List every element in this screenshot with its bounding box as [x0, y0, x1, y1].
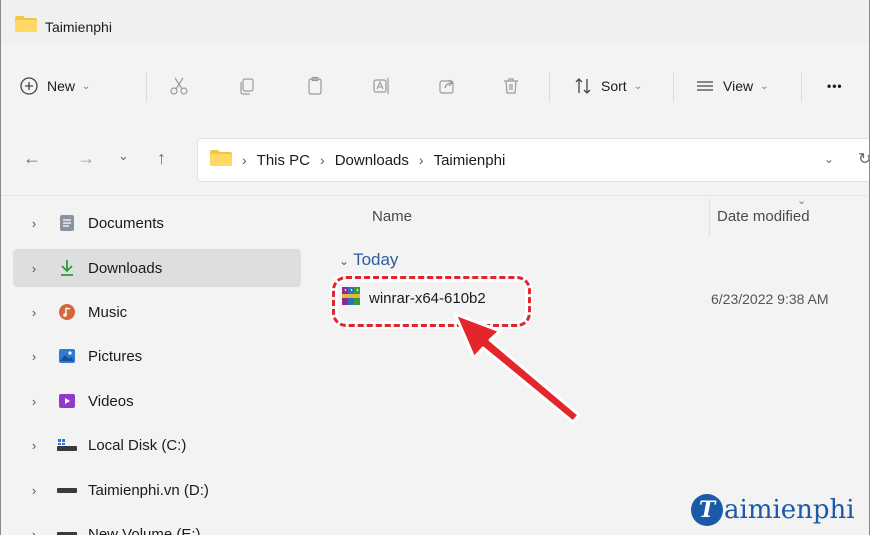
drive-icon [57, 481, 77, 499]
music-icon [57, 303, 77, 321]
pointer-arrow-icon [453, 312, 581, 424]
new-button[interactable]: New ⌄ [19, 60, 90, 112]
scissors-icon [169, 76, 189, 96]
file-date-modified: 6/23/2022 9:38 AM [711, 291, 829, 307]
breadcrumb-downloads[interactable]: Downloads [335, 152, 409, 169]
share-icon [437, 76, 457, 96]
command-bar: New ⌄ Sort ⌄ View ⌄ ••• [1, 60, 869, 112]
sidebar-item-label: Pictures [88, 347, 143, 365]
sidebar-item-pictures[interactable]: › Pictures [13, 337, 301, 375]
breadcrumb-taimienphi[interactable]: Taimienphi [434, 152, 506, 169]
view-label: View [723, 78, 754, 94]
group-header-today[interactable]: ⌄ Today [339, 250, 398, 270]
expand-chevron-icon[interactable]: › [23, 261, 45, 276]
copy-button[interactable] [237, 60, 257, 112]
sidebar-item-label: Downloads [88, 259, 163, 277]
expand-chevron-icon[interactable]: › [23, 394, 45, 409]
sort-chevron-icon: ⌄ [797, 195, 807, 207]
sidebar-item-local-disk-c[interactable]: › Local Disk (C:) [13, 426, 301, 464]
more-button[interactable]: ••• [827, 60, 843, 112]
local-disk-icon [57, 436, 77, 454]
column-header-name[interactable]: Name [372, 208, 412, 225]
forward-arrow-icon[interactable]: → [77, 148, 95, 169]
window-title: Taimienphi [45, 19, 112, 35]
paste-button[interactable] [305, 60, 325, 112]
drive-icon [57, 525, 77, 535]
view-button[interactable]: View ⌄ [695, 60, 768, 112]
watermark-logo-icon: T [691, 494, 723, 526]
documents-icon [57, 214, 77, 232]
recent-chevron-icon[interactable]: ⌄ [118, 148, 129, 164]
sidebar-item-music[interactable]: › Music [13, 293, 301, 331]
sidebar-item-label: Documents [88, 214, 164, 232]
share-button[interactable] [437, 60, 457, 112]
breadcrumb-this-pc[interactable]: This PC [257, 152, 310, 169]
sidebar-item-label: New Volume (E:) [88, 525, 201, 535]
clipboard-icon [305, 76, 325, 96]
expand-chevron-icon[interactable]: › [23, 527, 45, 535]
cut-button[interactable] [169, 60, 189, 112]
pictures-icon [57, 347, 77, 365]
breadcrumb-separator-icon: › [242, 152, 247, 168]
toolbar-separator [801, 72, 802, 102]
sidebar-item-label: Videos [88, 392, 134, 410]
title-bar: Taimienphi [1, 0, 869, 44]
sort-label: Sort [601, 78, 627, 94]
download-icon [57, 259, 77, 277]
sidebar-item-videos[interactable]: › Videos [13, 382, 301, 420]
videos-icon [57, 392, 77, 410]
expand-chevron-icon[interactable]: › [23, 438, 45, 453]
column-header-date-modified[interactable]: Date modified [717, 208, 810, 225]
sidebar-item-downloads[interactable]: › Downloads [13, 249, 301, 287]
expand-chevron-icon[interactable]: › [23, 305, 45, 320]
navigation-pane: › Documents › Downloads › Music › Pictur… [1, 196, 301, 535]
sidebar-item-taimienphi-d[interactable]: › Taimienphi.vn (D:) [13, 471, 301, 509]
breadcrumb: › This PC › Downloads › Taimienphi [210, 150, 505, 170]
new-label: New [47, 78, 76, 94]
expand-chevron-icon[interactable]: › [23, 349, 45, 364]
group-label: Today [353, 250, 399, 269]
toolbar-separator [146, 72, 147, 102]
address-history-chevron-icon[interactable]: ⌄ [824, 152, 834, 166]
breadcrumb-separator-icon: › [320, 152, 325, 168]
file-explorer-window: Taimienphi New ⌄ Sort ⌄ View ⌄ ••• ← → ⌄… [0, 0, 870, 535]
collapse-chevron-icon: ⌄ [339, 254, 350, 268]
up-arrow-icon[interactable]: ↑ [157, 148, 166, 169]
sidebar-item-label: Local Disk (C:) [88, 436, 187, 454]
copy-icon [237, 76, 257, 96]
sidebar-item-label: Music [88, 303, 128, 321]
chevron-down-icon: ⌄ [633, 80, 643, 92]
chevron-down-icon: ⌄ [760, 80, 769, 92]
rename-icon [371, 76, 391, 96]
sidebar-item-new-volume-e[interactable]: › New Volume (E:) [13, 515, 301, 535]
plus-circle-icon [19, 76, 39, 96]
expand-chevron-icon[interactable]: › [23, 483, 45, 498]
watermark-text: aimienphi [724, 495, 855, 525]
refresh-icon[interactable]: ↻ [858, 149, 869, 169]
sort-icon [573, 76, 593, 96]
expand-chevron-icon[interactable]: › [23, 216, 45, 231]
chevron-down-icon: ⌄ [82, 80, 91, 92]
delete-button[interactable] [501, 60, 521, 112]
rename-button[interactable] [371, 60, 391, 112]
folder-icon [210, 150, 232, 170]
address-bar[interactable]: › This PC › Downloads › Taimienphi ⌄ ↻ [197, 138, 869, 182]
trash-icon [501, 76, 521, 96]
back-arrow-icon[interactable]: ← [23, 148, 41, 169]
more-icon: ••• [827, 79, 843, 93]
sidebar-item-label: Taimienphi.vn (D:) [88, 481, 209, 499]
column-separator[interactable] [709, 198, 710, 236]
toolbar-separator [673, 72, 674, 102]
view-list-icon [695, 76, 715, 96]
sort-button[interactable]: Sort ⌄ [573, 60, 642, 112]
folder-icon [15, 16, 37, 32]
breadcrumb-separator-icon: › [418, 152, 424, 168]
toolbar-separator [549, 72, 550, 102]
sidebar-item-documents[interactable]: › Documents [13, 204, 301, 242]
watermark-logo: T aimienphi [691, 494, 855, 526]
